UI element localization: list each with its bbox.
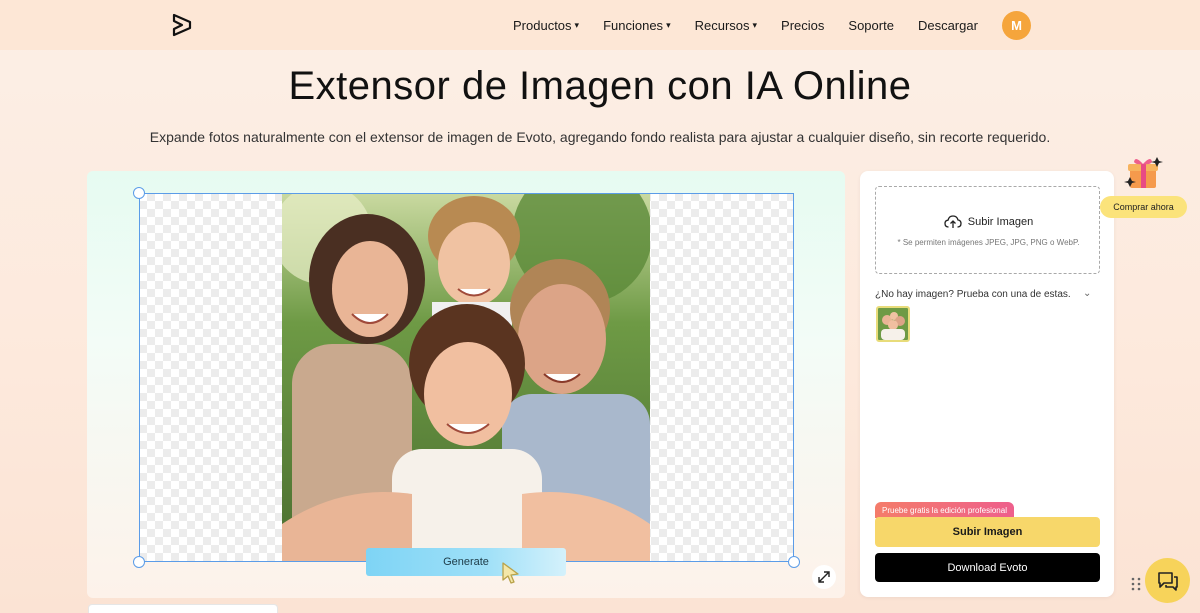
nav-item-label: Funciones (603, 17, 664, 33)
main-nav: Productos ▾ Funciones ▾ Recursos ▾ Precios Sopo… (513, 0, 1002, 50)
upload-image-button[interactable]: Subir Imagen (875, 517, 1100, 547)
cloud-upload-icon (944, 215, 962, 228)
nav-item-precios[interactable]: Precios (781, 18, 824, 33)
generate-button[interactable]: Generate (366, 548, 566, 576)
selection-frame[interactable] (139, 193, 794, 562)
bottom-panel-edge (88, 604, 278, 613)
top-navigation-bar: Productos ▾ Funciones ▾ Recursos ▾ Precios Sopo… (0, 0, 1200, 50)
nav-item-label: Descargar (917, 17, 978, 33)
download-evoto-button[interactable]: Download Evoto (875, 553, 1100, 582)
nav-item-label: Precios (781, 17, 825, 33)
sample-images-title: ¿No hay imagen? Prueba con una de estas. (875, 289, 1071, 300)
nav-item-descargar[interactable]: Descargar (918, 18, 978, 33)
page-title: Extensor de Imagen con IA Online (288, 64, 912, 108)
resize-handle-top-left[interactable] (133, 187, 145, 199)
nav-item-label: Recursos (694, 17, 750, 33)
mouse-cursor-icon (502, 562, 519, 584)
nav-item-recursos[interactable]: Recursos ▾ (695, 18, 757, 33)
pro-trial-badge: Pruebe gratis la edición profesional (875, 502, 1014, 518)
nav-item-label: Productos (513, 17, 572, 33)
upload-dropzone[interactable]: Subir Imagen * Se permiten imágenes JPEG… (875, 186, 1100, 274)
nav-item-soporte[interactable]: Soporte (848, 18, 894, 33)
drag-handle-icon[interactable] (1131, 576, 1141, 592)
gift-icon[interactable] (1124, 153, 1164, 193)
sample-image-thumbnail[interactable] (876, 306, 910, 342)
nav-item-productos[interactable]: Productos ▾ (513, 18, 579, 33)
resize-handle-bottom-right[interactable] (788, 556, 800, 568)
nav-item-funciones[interactable]: Funciones ▾ (603, 18, 671, 33)
chat-bubbles-icon[interactable] (1145, 558, 1190, 603)
caret-down-icon: ▾ (666, 19, 671, 30)
expand-diagonal-icon[interactable] (812, 565, 836, 589)
chevron-down-icon[interactable]: ⌄ (1083, 288, 1091, 299)
upload-dropzone-label: Subir Imagen (967, 216, 1034, 228)
nav-item-label: Soporte (848, 17, 894, 33)
resize-handle-bottom-left[interactable] (133, 556, 145, 568)
evoto-logo-icon[interactable] (170, 12, 194, 38)
caret-down-icon: ▾ (752, 19, 758, 30)
page-subtitle: Expande fotos naturalmente con el extens… (149, 129, 1051, 145)
buy-now-badge[interactable]: Comprar ahora (1100, 196, 1187, 218)
caret-down-icon: ▾ (574, 19, 580, 30)
upload-format-hint: * Se permiten imágenes JPEG, JPG, PNG o … (897, 238, 1080, 247)
user-avatar[interactable]: M (1002, 11, 1031, 40)
